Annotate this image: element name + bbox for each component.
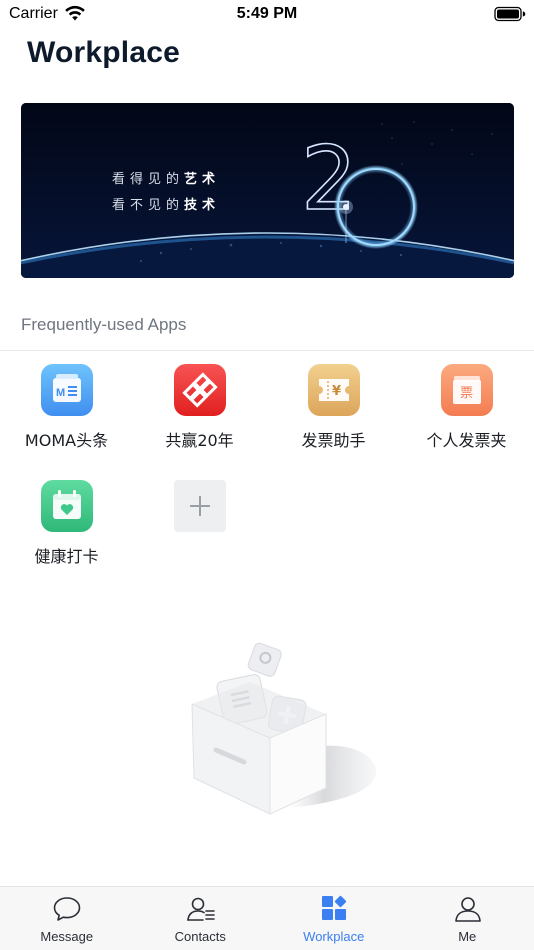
banner-tagline-2-emphasis: 技术 bbox=[184, 198, 221, 213]
tab-bar: Message Contacts Workplace Me bbox=[0, 886, 534, 950]
chat-bubble-icon bbox=[52, 895, 82, 923]
tab-workplace[interactable]: Workplace bbox=[267, 887, 401, 950]
health-calendar-icon bbox=[41, 480, 93, 532]
invoice-ticket-icon: ¥ bbox=[308, 364, 360, 416]
person-icon bbox=[453, 895, 483, 923]
battery-icon bbox=[494, 6, 526, 22]
banner-tagline-1-prefix: 看得见的 bbox=[112, 172, 185, 187]
contacts-icon bbox=[186, 895, 216, 923]
section-divider bbox=[0, 350, 534, 351]
tab-me[interactable]: Me bbox=[401, 887, 534, 950]
banner-tagline-2: 看不见的技术 bbox=[112, 194, 220, 213]
news-icon: M bbox=[41, 364, 93, 416]
app-health-checkin[interactable]: 健康打卡 bbox=[0, 480, 133, 580]
tab-label: Message bbox=[40, 929, 94, 944]
section-title: Frequently-used Apps bbox=[21, 315, 187, 334]
tab-message[interactable]: Message bbox=[0, 887, 134, 950]
invoice-folder-icon: 票 bbox=[441, 364, 493, 416]
status-time: 5:49 PM bbox=[236, 5, 298, 22]
add-app-button[interactable] bbox=[174, 480, 226, 532]
app-label: MOMA头条 bbox=[24, 431, 109, 450]
tab-label: Contacts bbox=[174, 929, 226, 944]
tab-label: Me bbox=[458, 929, 477, 944]
app-win-win-20[interactable]: 共赢20年 bbox=[133, 364, 266, 464]
app-personal-invoice-folder[interactable]: 票 个人发票夹 bbox=[400, 364, 533, 464]
plus-icon bbox=[190, 496, 210, 516]
knot-logo-icon bbox=[174, 364, 226, 416]
app-label: 个人发票夹 bbox=[426, 431, 507, 450]
empty-box-illustration bbox=[180, 638, 380, 818]
app-label: 发票助手 bbox=[301, 431, 366, 450]
page-title: Workplace bbox=[27, 36, 180, 69]
svg-text:¥: ¥ bbox=[332, 384, 341, 399]
tab-label: Workplace bbox=[303, 929, 365, 944]
banner-tagline-1: 看得见的艺术 bbox=[112, 168, 220, 187]
promo-banner[interactable]: 2 看得见的艺术 看不见的技术 bbox=[21, 103, 514, 278]
banner-tagline-1-emphasis: 艺术 bbox=[184, 172, 221, 187]
workplace-grid-icon bbox=[319, 895, 349, 923]
tab-contacts[interactable]: Contacts bbox=[134, 887, 268, 950]
svg-text:票: 票 bbox=[460, 386, 473, 401]
app-invoice-assistant[interactable]: ¥ 发票助手 bbox=[267, 364, 400, 464]
svg-text:M: M bbox=[56, 387, 65, 399]
app-label: 健康打卡 bbox=[34, 547, 99, 566]
app-moma-news[interactable]: M MOMA头条 bbox=[0, 364, 133, 464]
banner-tagline-2-prefix: 看不见的 bbox=[112, 198, 185, 213]
app-label: 共赢20年 bbox=[165, 431, 234, 450]
status-bar: Carrier 5:49 PM bbox=[0, 0, 534, 28]
